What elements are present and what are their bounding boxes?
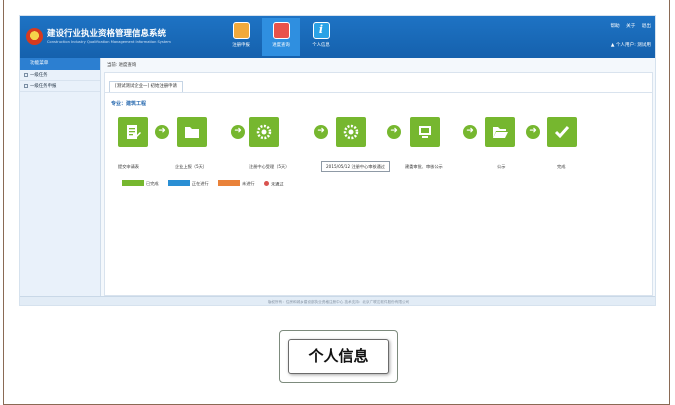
step-label: 完成 [557, 164, 566, 169]
nav-personal-info[interactable]: i 个人信息 [302, 18, 340, 56]
current-user: ▲ 个人用户: 测试用 [611, 42, 651, 48]
step-label: 建委审批、审核公示 [405, 164, 443, 169]
app-screenshot: 建设行业执业资格管理信息系统 Construction Industry Qua… [19, 15, 656, 306]
progress-chat-icon [272, 22, 290, 39]
step-label: 企业上报（5天） [175, 164, 207, 169]
legend-label: 已完成 [146, 181, 159, 186]
sidebar-item-task-apply[interactable]: 一级任务申报 [20, 81, 100, 92]
step-publicity [485, 117, 515, 147]
legend-label: 未通过 [270, 181, 284, 186]
nav-progress-label: 进度查询 [272, 43, 290, 48]
system-subtitle: Construction Industry Qualification Mana… [47, 40, 171, 44]
top-links: 帮助 关于 退出 [605, 23, 651, 29]
open-folder-icon [493, 127, 508, 138]
arrow-icon: ➜ [231, 125, 245, 139]
sidebar-item-task[interactable]: 一级任务 [20, 70, 100, 81]
step-submit [118, 117, 148, 147]
menu-box-icon [24, 83, 28, 88]
legend-label: 正在进行 [191, 181, 209, 186]
step-label: 注册中心受理（5天） [249, 164, 290, 169]
app-header: 建设行业执业资格管理信息系统 Construction Industry Qua… [20, 16, 655, 58]
folder-icon [185, 127, 199, 138]
check-icon [554, 126, 570, 139]
nav-personal-info-label: 个人信息 [312, 43, 330, 48]
breadcrumb: 当前: 进度查询 [107, 63, 137, 68]
legend-swatch [122, 180, 144, 186]
legend-label: 未进行 [242, 181, 255, 186]
about-link[interactable]: 关于 [626, 24, 635, 29]
gear-icon [256, 124, 272, 140]
copyright-footer: 版权所有：住房和城乡建设部执业资格注册中心 技术支持：北京广联达软件股份有限公司 [20, 296, 655, 305]
step-ministry-approval [410, 117, 440, 147]
menu-box-icon [24, 72, 28, 77]
gear-icon [343, 124, 359, 140]
document-edit-icon [127, 125, 141, 139]
legend-failed: 未通过 [263, 180, 284, 188]
status-legend: 已完成 正在进行 未进行 未通过 [122, 180, 292, 188]
system-title: 建设行业执业资格管理信息系统 [47, 29, 167, 39]
monitor-icon [419, 126, 431, 138]
step-complete [547, 117, 577, 147]
info-icon: i [312, 22, 330, 39]
form-doc-icon [232, 22, 250, 39]
sidebar-item-label: 一级任务 [30, 73, 48, 78]
legend-in-progress: 正在进行 [167, 180, 209, 187]
logout-link[interactable]: 退出 [642, 24, 651, 29]
arrow-icon: ➜ [526, 125, 540, 139]
tab-initial-registration[interactable]: [测试测试企业一] 初始注册申请 [109, 81, 183, 92]
step-center-review [336, 117, 366, 147]
national-emblem-logo [26, 28, 43, 45]
arrow-icon: ➜ [387, 125, 401, 139]
nav-register[interactable]: 注册申报 [222, 18, 260, 56]
caption-box: 个人信息 [279, 330, 398, 383]
arrow-icon: ➜ [463, 125, 477, 139]
step-tooltip: 2015/05/12 注册中心审核通过 [321, 161, 390, 172]
nav-register-label: 注册申报 [232, 43, 250, 48]
step-label: 公示 [497, 164, 506, 169]
legend-done: 已完成 [122, 180, 159, 187]
sidebar: 功能菜单 一级任务 一级任务申报 [20, 58, 101, 296]
profession-label: 专业：建筑工程 [111, 101, 147, 107]
tab-bar: [测试测试企业一] 初始注册申请 [105, 73, 652, 93]
arrow-icon: ➜ [155, 125, 169, 139]
legend-swatch [218, 180, 241, 186]
arrow-icon: ➜ [314, 125, 328, 139]
personal-info-caption: 个人信息 [288, 339, 389, 374]
nav-progress[interactable]: 进度查询 [262, 18, 300, 56]
step-label: 提交申请表 [118, 164, 139, 169]
sidebar-heading[interactable]: 功能菜单 [20, 58, 100, 70]
failed-dot-icon [263, 180, 269, 186]
legend-swatch [167, 180, 190, 186]
current-user-label: 个人用户: 测试用 [615, 43, 651, 48]
legend-not-started: 未进行 [218, 180, 255, 187]
progress-panel: [测试测试企业一] 初始注册申请 专业：建筑工程 ➜ ➜ ➜ ➜ ➜ ➜ 提交申… [104, 72, 653, 296]
user-icon: ▲ [610, 43, 615, 48]
step-enterprise [177, 117, 207, 147]
help-link[interactable]: 帮助 [610, 24, 619, 29]
sidebar-item-label: 一级任务申报 [30, 84, 57, 89]
step-center-accept [249, 117, 279, 147]
